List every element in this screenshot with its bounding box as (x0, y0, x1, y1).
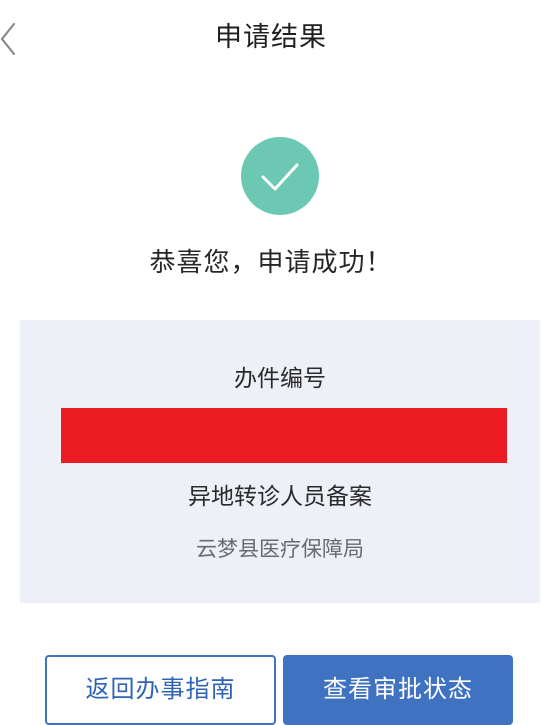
case-number-redacted (61, 408, 507, 463)
return-guide-button[interactable]: 返回办事指南 (45, 655, 276, 725)
success-check-badge (241, 137, 319, 215)
service-name: 异地转诊人员备案 (188, 484, 372, 510)
header-bar: 申请结果 (0, 0, 542, 78)
check-status-button[interactable]: 查看审批状态 (283, 655, 513, 725)
application-info-card: 办件编号 异地转诊人员备案 云梦县医疗保障局 (20, 320, 540, 603)
case-number-label: 办件编号 (234, 366, 326, 392)
success-message: 恭喜您，申请成功！ (149, 248, 393, 278)
page-title: 申请结果 (215, 22, 327, 53)
department-name: 云梦县医疗保障局 (196, 537, 364, 561)
check-icon (261, 163, 299, 191)
